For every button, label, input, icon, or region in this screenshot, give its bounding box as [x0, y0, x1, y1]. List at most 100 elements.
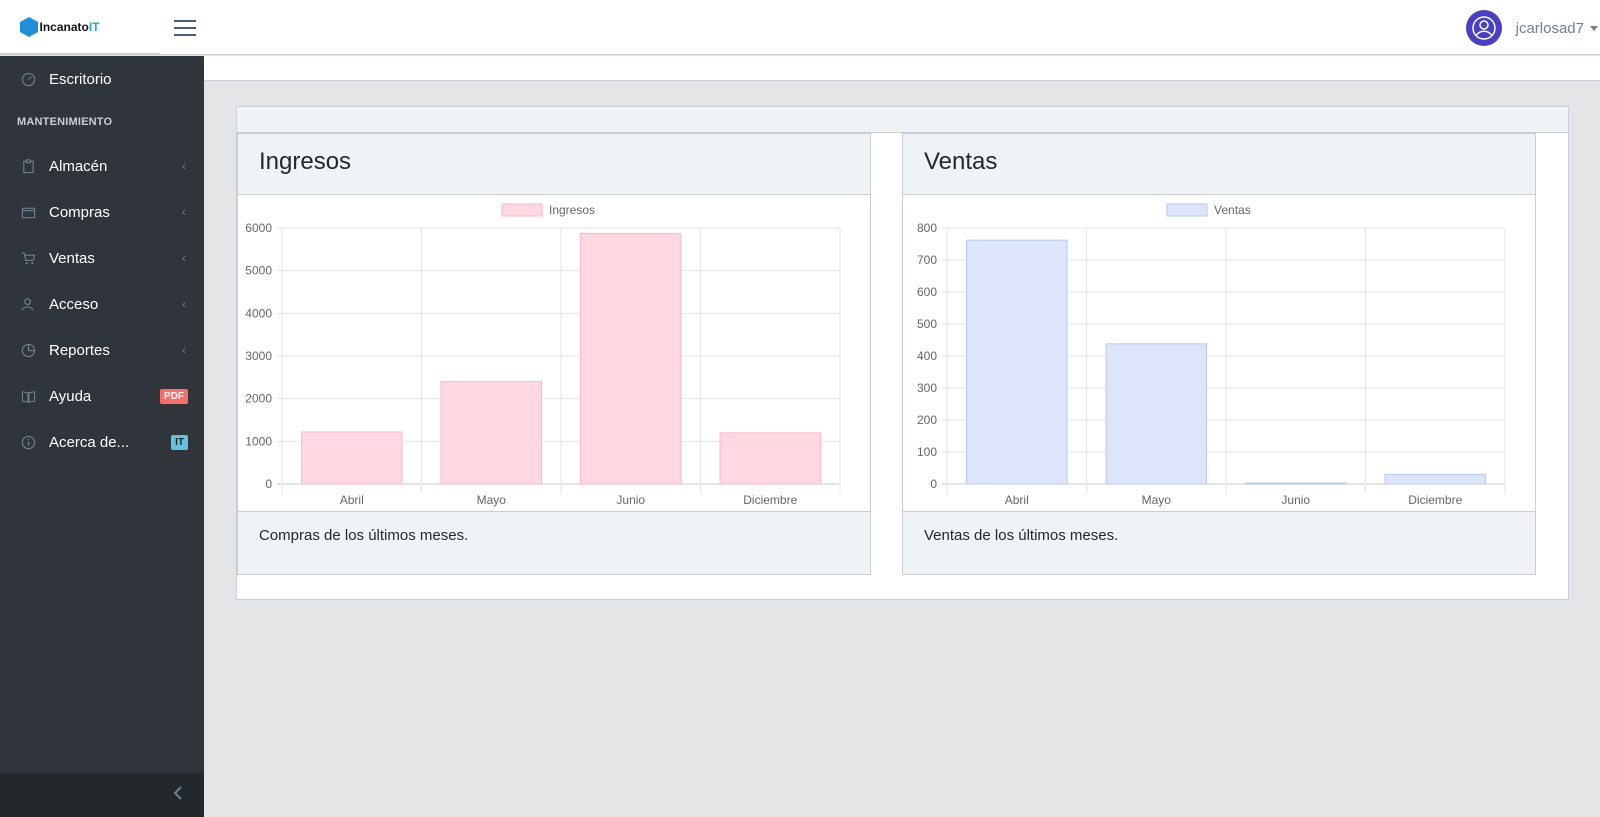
y-tick-label: 3000	[245, 349, 272, 363]
bar	[580, 233, 682, 485]
sidebar-item-label: Ventas	[49, 249, 95, 267]
sidebar-item-label: Compras	[49, 203, 110, 221]
dashboard-card: Ingresos Ingresos 0 1000 2000 3000 4000 5000 60…	[236, 106, 1569, 600]
bar	[301, 431, 403, 485]
pdf-badge: PDF	[160, 388, 188, 404]
sidebar-item-label: Almacén	[49, 157, 108, 175]
caret-down-icon[interactable]	[1590, 25, 1598, 31]
bar	[966, 239, 1068, 485]
y-tick-label: 2000	[245, 392, 272, 406]
y-tick-label: 0	[930, 477, 937, 491]
sidebar-item-label: Acerca de...	[49, 433, 130, 451]
cart-icon	[20, 250, 36, 266]
pie-chart-icon	[20, 342, 36, 358]
y-tick-label: 800	[917, 221, 937, 235]
y-tick-label: 5000	[245, 264, 272, 278]
x-tick-label: Junio	[616, 493, 645, 507]
sidebar-item-acceso[interactable]: Acceso ‹	[0, 284, 204, 324]
y-tick-label: 4000	[245, 306, 272, 320]
bar	[1384, 473, 1486, 485]
sidebar-item-almacen[interactable]: Almacén ‹	[0, 146, 204, 186]
brand-logo: Incanato IT	[20, 16, 100, 37]
card-footer: Ventas de los últimos meses.	[903, 511, 1535, 574]
y-tick-label: 300	[917, 381, 937, 395]
hamburger-icon	[174, 20, 196, 22]
bar	[1245, 482, 1347, 485]
info-icon	[20, 434, 36, 450]
bar	[440, 381, 542, 485]
wallet-icon	[20, 204, 36, 220]
card-footer: Compras de los últimos meses.	[238, 511, 870, 574]
ventas-card: Ventas Ventas 0 100 200 300 400 500 600 700 800 Ab…	[902, 133, 1536, 575]
card-title: Ventas	[924, 148, 998, 175]
hexagon-icon	[20, 16, 39, 37]
chevron-left-icon: ‹	[182, 251, 186, 265]
x-tick-label: Diciembre	[743, 493, 797, 507]
it-badge: IT	[171, 434, 188, 450]
x-tick-label: Abril	[1005, 493, 1029, 507]
legend-label: Ingresos	[549, 203, 595, 217]
y-tick-label: 0	[265, 477, 272, 491]
clipboard-icon	[20, 158, 36, 174]
user-menu[interactable]: jcarlosad7	[1465, 8, 1600, 48]
user-avatar-icon	[1471, 16, 1496, 40]
y-tick-label: 6000	[245, 221, 272, 235]
dashboard-card-header	[237, 107, 1568, 133]
card-footer-text: Ventas de los últimos meses.	[924, 527, 1119, 544]
x-tick-label: Mayo	[1142, 493, 1172, 507]
chevron-left-icon: ‹	[182, 159, 186, 173]
ventas-bar-chart: Ventas 0 100 200 300 400 500 600 700 800 Abril Mayo…	[917, 203, 1506, 507]
bar	[1105, 343, 1207, 485]
sidebar-item-acerca-de[interactable]: Acerca de... IT	[0, 422, 204, 462]
hamburger-line	[174, 27, 196, 29]
y-tick-label: 1000	[245, 434, 272, 448]
brand-suffix: IT	[88, 19, 100, 34]
sidebar-toggler-button[interactable]	[174, 17, 196, 37]
y-tick-label: 400	[917, 349, 937, 363]
ingresos-bar-chart: Ingresos 0 1000 2000 3000 4000 5000 6000 Abril Ma…	[245, 203, 841, 507]
sidebar-item-compras[interactable]: Compras ‹	[0, 192, 204, 232]
avatar[interactable]	[1465, 10, 1502, 46]
card-title: Ingresos	[259, 148, 352, 175]
legend-swatch	[501, 203, 543, 217]
sidebar-item-reportes[interactable]: Reportes ‹	[0, 330, 204, 370]
sidebar-item-label: Acceso	[49, 295, 99, 313]
y-tick-label: 700	[917, 253, 937, 267]
sidebar-item-ventas[interactable]: Ventas ‹	[0, 238, 204, 278]
top-header: Incanato IT jcarlosad7	[0, 0, 1600, 55]
chevron-left-icon: ‹	[182, 343, 186, 357]
bar	[719, 432, 821, 485]
sidebar-item-label: Ayuda	[49, 387, 92, 405]
sidebar: Escritorio MANTENIMIENTO Almacén ‹ Compr…	[0, 56, 204, 817]
chevron-left-icon: ‹	[182, 205, 186, 219]
ingresos-card: Ingresos Ingresos 0 1000 2000 3000 4000 5000 60…	[237, 133, 871, 575]
card-footer-text: Compras de los últimos meses.	[259, 527, 469, 544]
x-tick-label: Abril	[340, 493, 364, 507]
username[interactable]: jcarlosad7	[1516, 20, 1584, 37]
y-tick-label: 500	[917, 317, 937, 331]
sidebar-section-title: MANTENIMIENTO	[17, 116, 113, 128]
x-tick-label: Mayo	[477, 493, 507, 507]
legend-swatch	[1166, 203, 1208, 217]
chevron-left-icon	[173, 785, 182, 800]
sidebar-item-ayuda[interactable]: Ayuda PDF	[0, 376, 204, 416]
card-header: Ingresos	[238, 134, 870, 195]
hamburger-line	[174, 34, 196, 36]
y-tick-label: 100	[917, 445, 937, 459]
card-header: Ventas	[903, 134, 1535, 195]
speedometer-icon	[20, 71, 36, 87]
sidebar-minimizer-button[interactable]	[172, 785, 184, 806]
brand-name: Incanato	[39, 19, 89, 34]
book-icon	[20, 388, 36, 404]
sidebar-item-label: Reportes	[49, 341, 110, 359]
users-icon	[20, 296, 36, 312]
chevron-left-icon: ‹	[182, 297, 186, 311]
y-tick-label: 200	[917, 413, 937, 427]
x-tick-label: Diciembre	[1408, 493, 1462, 507]
sidebar-item-label: Escritorio	[49, 70, 112, 88]
y-tick-label: 600	[917, 285, 937, 299]
legend-label: Ventas	[1214, 203, 1251, 217]
sidebar-footer	[0, 773, 204, 817]
brand[interactable]: Incanato IT	[0, 0, 160, 55]
sidebar-item-escritorio[interactable]: Escritorio	[0, 59, 204, 99]
